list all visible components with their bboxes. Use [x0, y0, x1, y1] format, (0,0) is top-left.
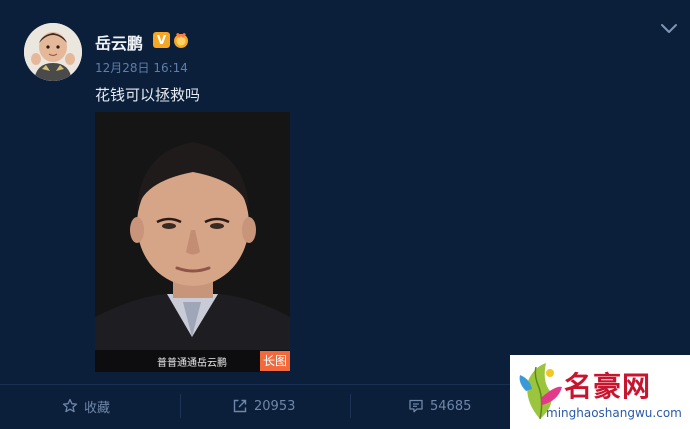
medal-icon: [174, 33, 188, 48]
site-watermark: 名豪网 minghaoshangwu.com: [510, 355, 690, 429]
post-image[interactable]: 普普通通岳云鹏 长图: [95, 112, 290, 372]
watermark-title: 名豪网: [564, 370, 652, 403]
comment-icon: [409, 399, 423, 413]
avatar[interactable]: [24, 23, 82, 81]
long-image-badge: 长图: [259, 351, 290, 371]
image-caption: 普普通通岳云鹏: [157, 358, 227, 369]
comment-count: 54685: [430, 398, 472, 414]
weibo-post-card: 岳云鹏 V 12月28日 16:14 花钱可以拯救吗 普普通通岳云鹏 长图 收藏…: [0, 0, 690, 429]
repost-icon: [233, 399, 247, 413]
chevron-down-icon[interactable]: [660, 22, 678, 36]
username[interactable]: 岳云鹏: [95, 30, 143, 54]
comment-button[interactable]: 54685: [408, 394, 471, 418]
favorite-button[interactable]: 收藏: [62, 394, 110, 418]
repost-count: 20953: [254, 398, 296, 414]
verified-badge: V: [153, 32, 170, 48]
action-separator: [350, 394, 351, 418]
repost-button[interactable]: 20953: [232, 394, 295, 418]
watermark-url: minghaoshangwu.com: [546, 406, 682, 420]
star-icon: [62, 398, 78, 413]
post-timestamp[interactable]: 12月28日 16:14: [95, 59, 188, 76]
action-separator: [180, 394, 181, 418]
favorite-label: 收藏: [84, 400, 111, 416]
portrait-photo: [95, 112, 290, 372]
post-text: 花钱可以拯救吗: [95, 86, 201, 104]
